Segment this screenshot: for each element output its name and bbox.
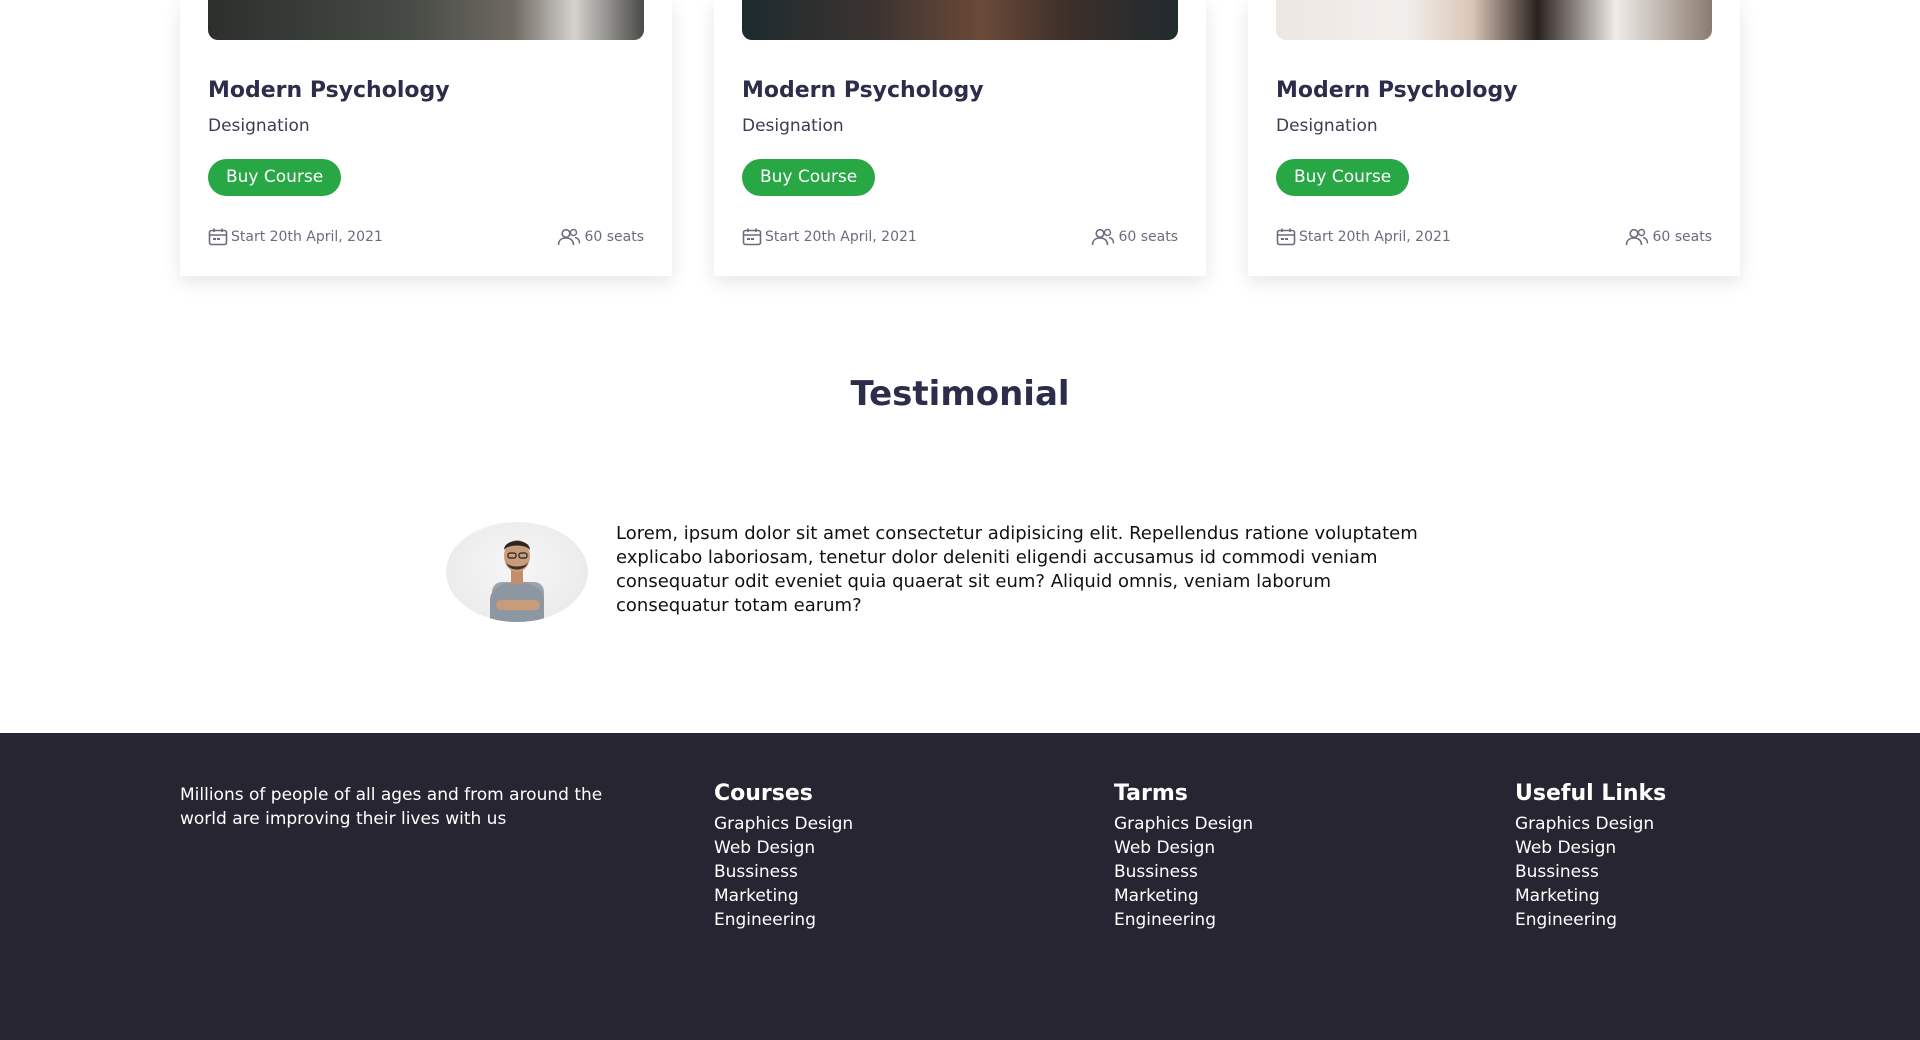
course-cards-section: Modern Psychology Designation Buy Course… bbox=[0, 0, 1920, 300]
calendar-icon bbox=[1276, 228, 1296, 246]
site-footer: Millions of people of all ages and from … bbox=[0, 733, 1920, 1040]
footer-link-list: Graphics Design Web Design Bussiness Mar… bbox=[714, 812, 853, 932]
footer-link[interactable]: Web Design bbox=[1515, 838, 1616, 858]
course-seats: 60 seats bbox=[1625, 228, 1712, 246]
footer-link-list: Graphics Design Web Design Bussiness Mar… bbox=[1515, 812, 1666, 932]
footer-column-terms: Tarms Graphics Design Web Design Bussine… bbox=[1114, 781, 1253, 932]
footer-link[interactable]: Web Design bbox=[714, 838, 815, 858]
course-card: Modern Psychology Designation Buy Course… bbox=[1248, 0, 1740, 276]
course-image bbox=[1276, 0, 1712, 40]
course-image bbox=[208, 0, 644, 40]
course-card: Modern Psychology Designation Buy Course… bbox=[714, 0, 1206, 276]
calendar-icon bbox=[208, 228, 228, 246]
course-meta: Start 20th April, 2021 60 seats bbox=[1276, 228, 1712, 246]
course-start-date: Start 20th April, 2021 bbox=[208, 228, 383, 246]
footer-column-courses: Courses Graphics Design Web Design Bussi… bbox=[714, 781, 853, 932]
footer-column-title: Useful Links bbox=[1515, 781, 1667, 806]
footer-link[interactable]: Graphics Design bbox=[714, 814, 853, 834]
course-seats-text: 60 seats bbox=[1118, 229, 1178, 245]
course-title: Modern Psychology bbox=[1276, 78, 1518, 103]
users-icon bbox=[557, 228, 581, 246]
course-designation: Designation bbox=[208, 116, 310, 136]
footer-link[interactable]: Marketing bbox=[1515, 886, 1600, 906]
footer-link-list: Graphics Design Web Design Bussiness Mar… bbox=[1114, 812, 1253, 932]
course-seats: 60 seats bbox=[1091, 228, 1178, 246]
testimonial-avatar bbox=[446, 522, 588, 622]
users-icon bbox=[1091, 228, 1115, 246]
footer-link[interactable]: Graphics Design bbox=[1114, 814, 1253, 834]
buy-course-button[interactable]: Buy Course bbox=[1276, 159, 1410, 196]
footer-link[interactable]: Web Design bbox=[1114, 838, 1215, 858]
footer-column-title: Tarms bbox=[1114, 781, 1188, 806]
course-start-date: Start 20th April, 2021 bbox=[1276, 228, 1451, 246]
footer-column-useful-links: Useful Links Graphics Design Web Design … bbox=[1515, 781, 1666, 932]
buy-course-button[interactable]: Buy Course bbox=[208, 159, 342, 196]
buy-course-button[interactable]: Buy Course bbox=[742, 159, 876, 196]
footer-link[interactable]: Engineering bbox=[1515, 910, 1617, 930]
footer-link[interactable]: Bussiness bbox=[1114, 862, 1198, 882]
course-card: Modern Psychology Designation Buy Course… bbox=[180, 0, 672, 276]
footer-link[interactable]: Engineering bbox=[1114, 910, 1216, 930]
testimonial-text: Lorem, ipsum dolor sit amet consectetur … bbox=[616, 523, 1418, 616]
footer-link[interactable]: Engineering bbox=[714, 910, 816, 930]
footer-about-text: Millions of people of all ages and from … bbox=[180, 785, 603, 829]
course-start-date: Start 20th April, 2021 bbox=[742, 228, 917, 246]
course-title: Modern Psychology bbox=[208, 78, 450, 103]
course-start-text: Start 20th April, 2021 bbox=[1299, 229, 1451, 245]
course-start-text: Start 20th April, 2021 bbox=[765, 229, 917, 245]
course-start-text: Start 20th April, 2021 bbox=[231, 229, 383, 245]
course-title: Modern Psychology bbox=[742, 78, 984, 103]
calendar-icon bbox=[742, 228, 762, 246]
course-seats-text: 60 seats bbox=[584, 229, 644, 245]
course-meta: Start 20th April, 2021 60 seats bbox=[742, 228, 1178, 246]
users-icon bbox=[1625, 228, 1649, 246]
course-meta: Start 20th April, 2021 60 seats bbox=[208, 228, 644, 246]
testimonial-heading: Testimonial bbox=[850, 374, 1070, 414]
footer-link[interactable]: Graphics Design bbox=[1515, 814, 1654, 834]
footer-link[interactable]: Bussiness bbox=[714, 862, 798, 882]
course-seats-text: 60 seats bbox=[1652, 229, 1712, 245]
footer-column-title: Courses bbox=[714, 781, 813, 806]
course-image bbox=[742, 0, 1178, 40]
course-designation: Designation bbox=[742, 116, 844, 136]
course-seats: 60 seats bbox=[557, 228, 644, 246]
footer-link[interactable]: Marketing bbox=[1114, 886, 1199, 906]
footer-link[interactable]: Marketing bbox=[714, 886, 799, 906]
course-designation: Designation bbox=[1276, 116, 1378, 136]
footer-link[interactable]: Bussiness bbox=[1515, 862, 1599, 882]
